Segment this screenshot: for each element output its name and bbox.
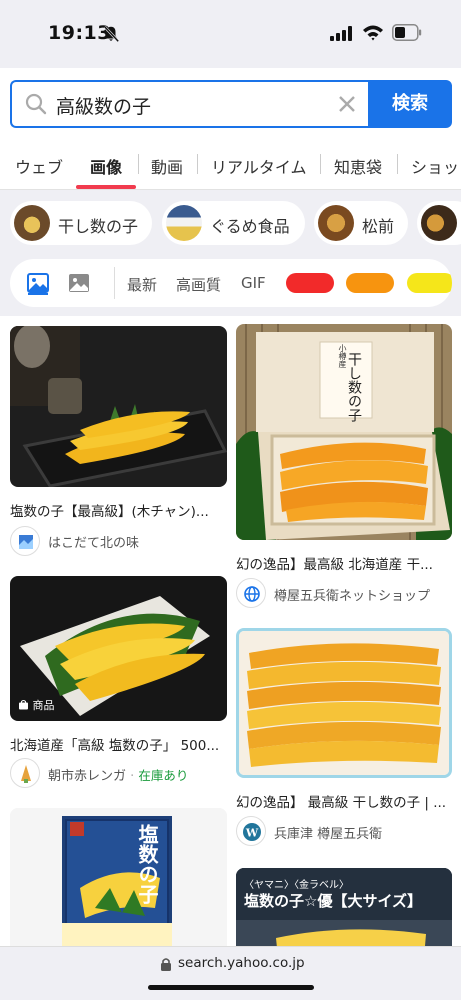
result-source[interactable]: 兵庫津 樽屋五兵衛: [274, 823, 382, 842]
home-indicator: [148, 985, 314, 990]
related-thumbnail: [421, 205, 457, 241]
kazunoko-photo: [10, 326, 227, 487]
source-favicon: W: [236, 816, 266, 846]
related-thumbnail: [166, 205, 202, 241]
product-badge: 商品: [18, 697, 55, 713]
filter-high-quality[interactable]: 高画質: [176, 274, 221, 295]
related-chip-gurume-shokuhin[interactable]: ぐるめ食品: [162, 201, 305, 245]
wordpress-icon: W: [243, 823, 261, 841]
tab-divider: [138, 154, 139, 174]
source-favicon: [236, 578, 266, 608]
result-title[interactable]: 幻の逸品】 最高級 干し数の子 | ...: [236, 791, 452, 811]
tab-shopping[interactable]: ショッ: [411, 154, 459, 178]
related-thumbnail: [318, 205, 354, 241]
box-label: 干し数の子: [346, 352, 362, 422]
result-image[interactable]: 〈ヤマニ〉〈金ラベル〉 塩数の子☆優【大サイズ】: [236, 868, 452, 946]
svg-text:W: W: [245, 827, 259, 840]
related-chip-matsumae[interactable]: 松前: [314, 201, 408, 245]
wifi-icon: [363, 25, 383, 41]
tab-divider: [197, 154, 198, 174]
image-results: 塩数の子【最高級】(木チャン)... はこだて北の味 商品 北海道産「高級 塩数…: [0, 316, 461, 946]
color-filter-orange[interactable]: [346, 273, 394, 293]
tab-realtime[interactable]: リアルタイム: [211, 154, 307, 178]
color-filter-red[interactable]: [286, 273, 334, 293]
search-input[interactable]: 高級数の子: [10, 80, 370, 128]
color-filter-yellow[interactable]: [407, 273, 452, 293]
banner-title: 塩数の子☆優【大サイズ】: [244, 892, 422, 910]
browser-url-bar[interactable]: search.yahoo.co.jp: [0, 946, 461, 1000]
filter-bar: 最新 高画質 GIF: [10, 259, 452, 307]
result-image[interactable]: [236, 628, 452, 778]
kazunoko-package-photo: [10, 808, 227, 946]
dried-kazunoko-photo: [239, 631, 449, 775]
globe-icon: [244, 586, 260, 602]
search-tabs: ウェブ 画像 動画 リアルタイム 知恵袋 ショッ: [0, 138, 461, 190]
search-query: 高級数の子: [56, 96, 152, 118]
stock-status: 在庫あり: [138, 768, 189, 783]
related-thumbnail: [14, 205, 50, 241]
result-source[interactable]: はこだて北の味: [48, 532, 139, 551]
related-chip-more[interactable]: [417, 201, 461, 245]
tab-video[interactable]: 動画: [151, 154, 183, 178]
cellular-signal-icon: [330, 26, 352, 41]
tab-divider: [397, 154, 398, 174]
related-label: 干し数の子: [58, 217, 139, 236]
image-grid-icon[interactable]: [26, 271, 50, 295]
product-badge-label: 商品: [32, 699, 55, 712]
tab-chiebukuro[interactable]: 知恵袋: [334, 154, 382, 178]
site-favicon-icon: [21, 765, 31, 783]
shopping-bag-icon: [19, 700, 28, 710]
related-label: 松前: [362, 217, 395, 236]
result-title[interactable]: 北海道産「高級 塩数の子」 500...: [10, 734, 227, 754]
tab-web[interactable]: ウェブ: [15, 154, 63, 178]
url-text: search.yahoo.co.jp: [178, 955, 305, 971]
result-image[interactable]: 商品: [10, 576, 227, 721]
active-tab-indicator: [76, 185, 136, 189]
tab-divider: [320, 154, 321, 174]
source-favicon: [10, 526, 40, 556]
result-image[interactable]: [10, 326, 227, 487]
search-button[interactable]: 検索: [368, 80, 452, 128]
filter-gif[interactable]: GIF: [241, 274, 266, 292]
bell-muted-icon: [103, 25, 120, 43]
clear-icon[interactable]: [337, 94, 357, 114]
banner-subtitle: 〈ヤマニ〉〈金ラベル〉: [244, 880, 349, 891]
result-source[interactable]: 朝市赤レンガ · 在庫あり: [48, 765, 188, 784]
related-chip-dried-kazunoko[interactable]: 干し数の子: [10, 201, 152, 245]
source-favicon: [10, 758, 40, 788]
search-icon: [25, 93, 47, 115]
result-image[interactable]: 塩数の子: [10, 808, 227, 946]
filter-divider: [114, 267, 115, 299]
result-source[interactable]: 樽屋五兵衛ネットショップ: [274, 585, 430, 604]
search-header: 高級数の子 検索: [0, 68, 461, 138]
battery-icon: [392, 24, 422, 41]
package-label: 塩数の子: [135, 824, 159, 904]
result-image[interactable]: 小樽産 干し数の子: [236, 324, 452, 540]
result-source-name: 朝市赤レンガ: [48, 769, 127, 784]
result-title[interactable]: 塩数の子【最高級】(木チャン)...: [10, 500, 227, 520]
lock-icon: [161, 958, 171, 971]
related-searches: 干し数の子 ぐるめ食品 松前: [0, 191, 461, 255]
site-favicon-icon: [19, 535, 33, 549]
filter-latest[interactable]: 最新: [127, 274, 157, 295]
status-bar: 19:13: [0, 0, 461, 68]
tab-images[interactable]: 画像: [90, 154, 122, 178]
related-label: ぐるめ食品: [210, 217, 290, 236]
result-title[interactable]: 幻の逸品】最高級 北海道産 干...: [236, 553, 452, 573]
image-icon[interactable]: [68, 272, 90, 294]
